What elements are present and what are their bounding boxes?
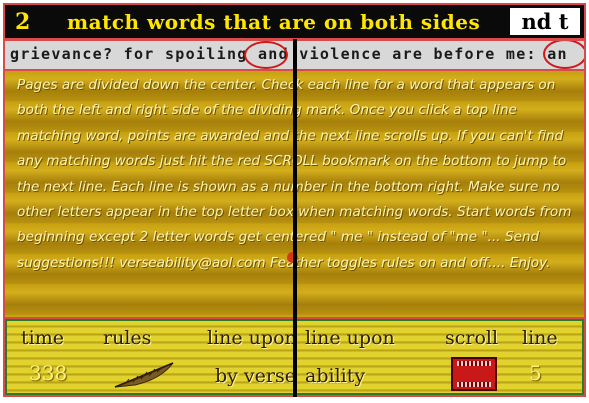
title-bar: 2 match words that are on both sides nd … [5, 5, 584, 38]
time-value: 338 [29, 361, 68, 385]
center-divider [293, 39, 297, 397]
banner-left-line1: line upon [207, 327, 297, 349]
banner-left-line2: by verse [215, 365, 296, 387]
match-circle-left [244, 41, 288, 69]
level-number: 2 [15, 9, 31, 35]
line-label: line [522, 327, 558, 349]
scroll-label: scroll [445, 327, 499, 349]
game-frame: 2 match words that are on both sides nd … [3, 3, 586, 397]
match-circle-right [543, 41, 584, 69]
banner-right-line1: line upon [305, 327, 395, 349]
scroll-button[interactable] [451, 357, 497, 391]
time-label: time [21, 327, 64, 349]
line-value: 5 [529, 361, 542, 385]
bookmark-fringe [457, 382, 491, 387]
red-bookmark-icon [457, 361, 491, 366]
rules-label: rules [103, 327, 152, 349]
top-line-words[interactable]: grievance? for spoiling and violence are… [10, 45, 568, 63]
banner-right-line2: ability [305, 365, 366, 387]
rules-text: Pages are divided down the center. Check… [17, 77, 572, 271]
feather-icon[interactable] [113, 359, 177, 391]
letter-box: nd t [510, 8, 580, 35]
game-title: match words that are on both sides [67, 10, 481, 34]
